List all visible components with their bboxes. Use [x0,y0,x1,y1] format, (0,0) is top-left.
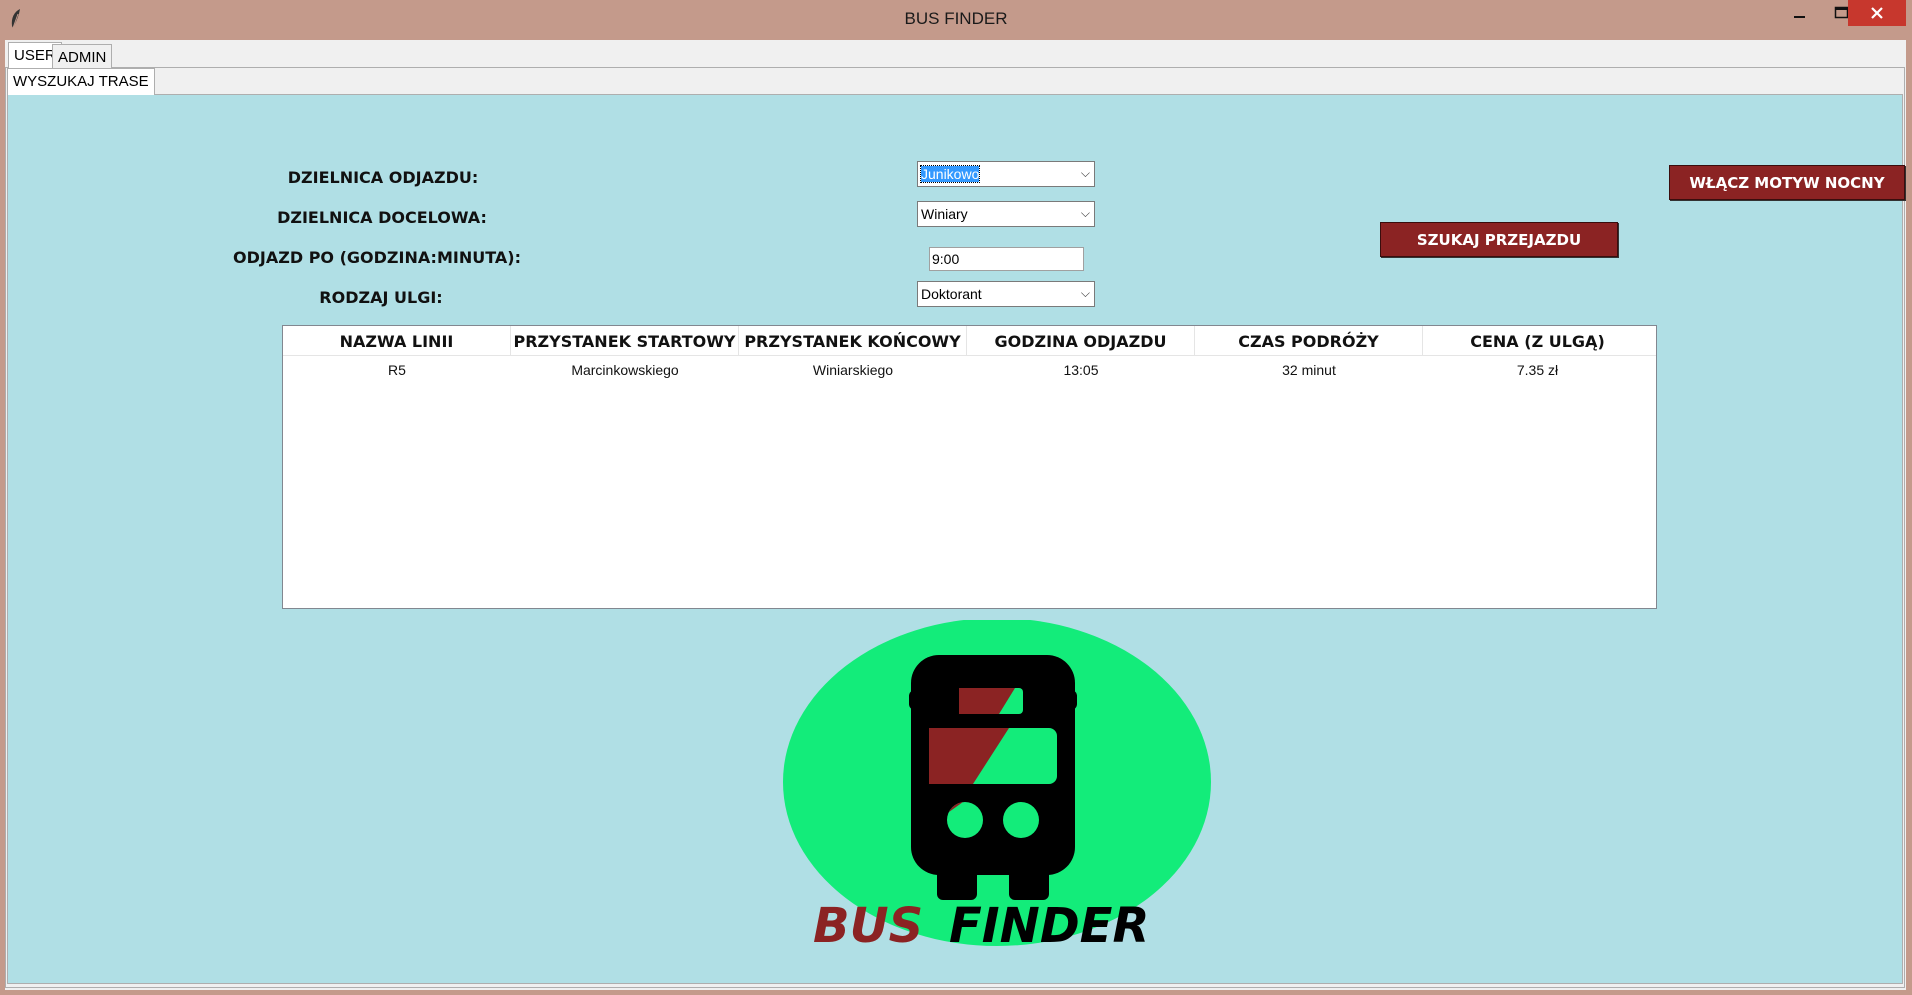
discount-label: RODZAJ ULGI: [319,288,443,307]
table-row[interactable]: R5 Marcinkowskiego Winiarskiego 13:05 32… [283,356,1656,382]
tab-admin[interactable]: ADMIN [52,44,113,68]
table-header: NAZWA LINII PRZYSTANEK STARTOWY PRZYSTAN… [283,326,1656,356]
chevron-down-icon: ⌵ [1080,206,1090,220]
chevron-down-icon: ⌵ [1080,166,1090,180]
minimize-button[interactable] [1780,0,1820,26]
column-header[interactable]: CENA (Z ULGĄ) [1423,326,1652,355]
destination-value: Winiary [921,206,968,222]
window-client: USER ADMIN WYSZUKAJ TRASE WŁĄCZ MOTYW NO… [5,40,1906,990]
minimize-icon [1794,16,1805,18]
departure-select[interactable]: Junikowo ⌵ [917,161,1095,187]
destination-select[interactable]: Winiary ⌵ [917,201,1095,227]
departure-value: Junikowo [919,165,981,183]
discount-value: Doktorant [921,286,982,302]
cell-start-stop: Marcinkowskiego [571,362,679,378]
results-table[interactable]: NAZWA LINII PRZYSTANEK STARTOWY PRZYSTAN… [282,325,1657,609]
cell-price: 7.35 zł [1516,362,1559,378]
close-icon [1871,7,1883,19]
column-header[interactable]: NAZWA LINII [283,326,511,355]
cell-end-stop: Winiarskiego [812,362,894,378]
search-connection-button[interactable]: SZUKAJ PRZEJAZDU [1380,222,1618,257]
cell-travel-time: 32 minut [1282,362,1336,378]
column-header[interactable]: CZAS PODRÓŻY [1195,326,1423,355]
time-input[interactable]: 9:00 [929,247,1084,271]
discount-select[interactable]: Doktorant ⌵ [917,281,1095,307]
night-mode-button[interactable]: WŁĄCZ MOTYW NOCNY [1669,165,1905,200]
chevron-down-icon: ⌵ [1080,286,1090,300]
destination-label: DZIELNICA DOCELOWA: [277,208,487,227]
title-bar: BUS FINDER [0,0,1912,40]
column-header[interactable]: GODZINA ODJAZDU [967,326,1195,355]
tab-search-route[interactable]: WYSZUKAJ TRASE [7,68,155,95]
cell-line-name: R5 [388,362,406,378]
departure-label: DZIELNICA ODJAZDU: [287,168,479,187]
column-header[interactable]: PRZYSTANEK STARTOWY [511,326,739,355]
logo-text-finder: FINDER [949,898,1149,954]
logo-text-bus: BUS [813,898,923,954]
bus-finder-logo: BUS FINDER [783,620,1211,954]
time-label: ODJAZD PO (GODZINA:MINUTA): [233,248,521,267]
window-title: BUS FINDER [904,9,1008,28]
column-header[interactable]: PRZYSTANEK KOŃCOWY [739,326,967,355]
search-panel: WŁĄCZ MOTYW NOCNY DZIELNICA ODJAZDU: Jun… [7,94,1905,984]
bus-icon [909,655,1077,900]
cell-departure-time: 13:05 [1063,362,1099,378]
close-button[interactable] [1848,0,1906,26]
